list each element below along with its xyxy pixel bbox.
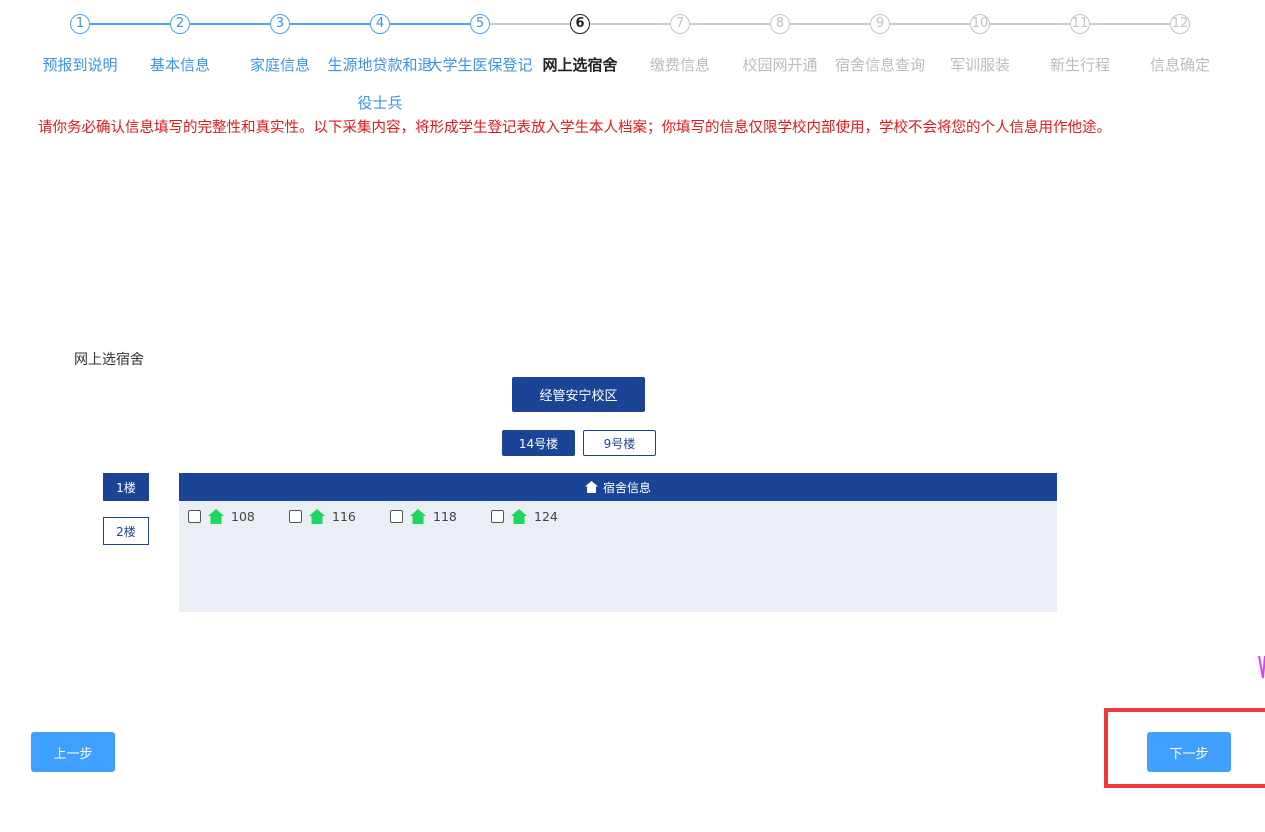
room-number: 116 <box>332 509 356 524</box>
progress-steps: 1 预报到说明 2 基本信息 3 家庭信息 4 生源地贷款和退役士兵 5 大学生… <box>0 0 1265 112</box>
step-number: 8 <box>770 14 790 34</box>
home-icon <box>584 481 598 493</box>
step-label: 宿舍信息查询 <box>834 56 925 74</box>
home-icon <box>511 509 527 524</box>
building-14-button[interactable]: 14号楼 <box>502 430 575 456</box>
step-label: 预报到说明 <box>42 56 118 74</box>
room-checkbox[interactable] <box>491 510 504 523</box>
step-label: 信息确定 <box>1149 56 1210 74</box>
dorm-info-title: 宿舍信息 <box>602 480 651 495</box>
step-label: 大学生医保登记 <box>427 56 533 74</box>
step-number: 7 <box>670 14 690 34</box>
room-checkbox[interactable] <box>390 510 403 523</box>
step-label: 缴费信息 <box>649 56 710 74</box>
room-number: 118 <box>433 509 457 524</box>
room-item[interactable]: 108 <box>188 509 255 524</box>
dorm-info-panel: 宿舍信息 108 116 118 124 <box>179 473 1057 612</box>
step-number: 11 <box>1070 14 1090 34</box>
step-number: 12 <box>1170 14 1190 34</box>
home-icon <box>208 509 224 524</box>
edge-marker <box>1258 656 1265 679</box>
step-number: 9 <box>870 14 890 34</box>
dorm-info-header: 宿舍信息 <box>179 473 1057 501</box>
step-label: 新生行程 <box>1049 56 1110 74</box>
room-item[interactable]: 118 <box>390 509 457 524</box>
room-checkbox[interactable] <box>188 510 201 523</box>
campus-button[interactable]: 经管安宁校区 <box>512 377 645 412</box>
room-checkbox[interactable] <box>289 510 302 523</box>
home-icon <box>410 509 426 524</box>
room-number: 124 <box>534 509 558 524</box>
step-number: 1 <box>70 14 90 34</box>
step-number: 10 <box>970 14 990 34</box>
step-number: 2 <box>170 14 190 34</box>
room-number: 108 <box>231 509 255 524</box>
next-step-button[interactable]: 下一步 <box>1147 732 1231 772</box>
step-label: 网上选宿舍 <box>542 56 618 74</box>
prev-step-button[interactable]: 上一步 <box>31 732 115 772</box>
step-label: 生源地贷款和退役士兵 <box>327 56 433 112</box>
home-icon <box>309 509 325 524</box>
step-number: 3 <box>270 14 290 34</box>
room-item[interactable]: 124 <box>491 509 558 524</box>
step-connector-done <box>90 23 490 25</box>
step-label: 基本信息 <box>149 56 210 74</box>
step-label: 军训服装 <box>949 56 1010 74</box>
step-number: 5 <box>470 14 490 34</box>
step-number: 6 <box>570 14 590 34</box>
room-item[interactable]: 116 <box>289 509 356 524</box>
step-label: 家庭信息 <box>249 56 310 74</box>
privacy-notice: 请你务必确认信息填写的完整性和真实性。以下采集内容，将形成学生登记表放入学生本人… <box>38 120 1111 136</box>
step-label: 校园网开通 <box>742 56 818 74</box>
floor-2-button[interactable]: 2楼 <box>103 517 149 545</box>
section-title: 网上选宿舍 <box>74 352 144 368</box>
step-number: 4 <box>370 14 390 34</box>
building-9-button[interactable]: 9号楼 <box>583 430 656 456</box>
floor-1-button[interactable]: 1楼 <box>103 473 149 501</box>
